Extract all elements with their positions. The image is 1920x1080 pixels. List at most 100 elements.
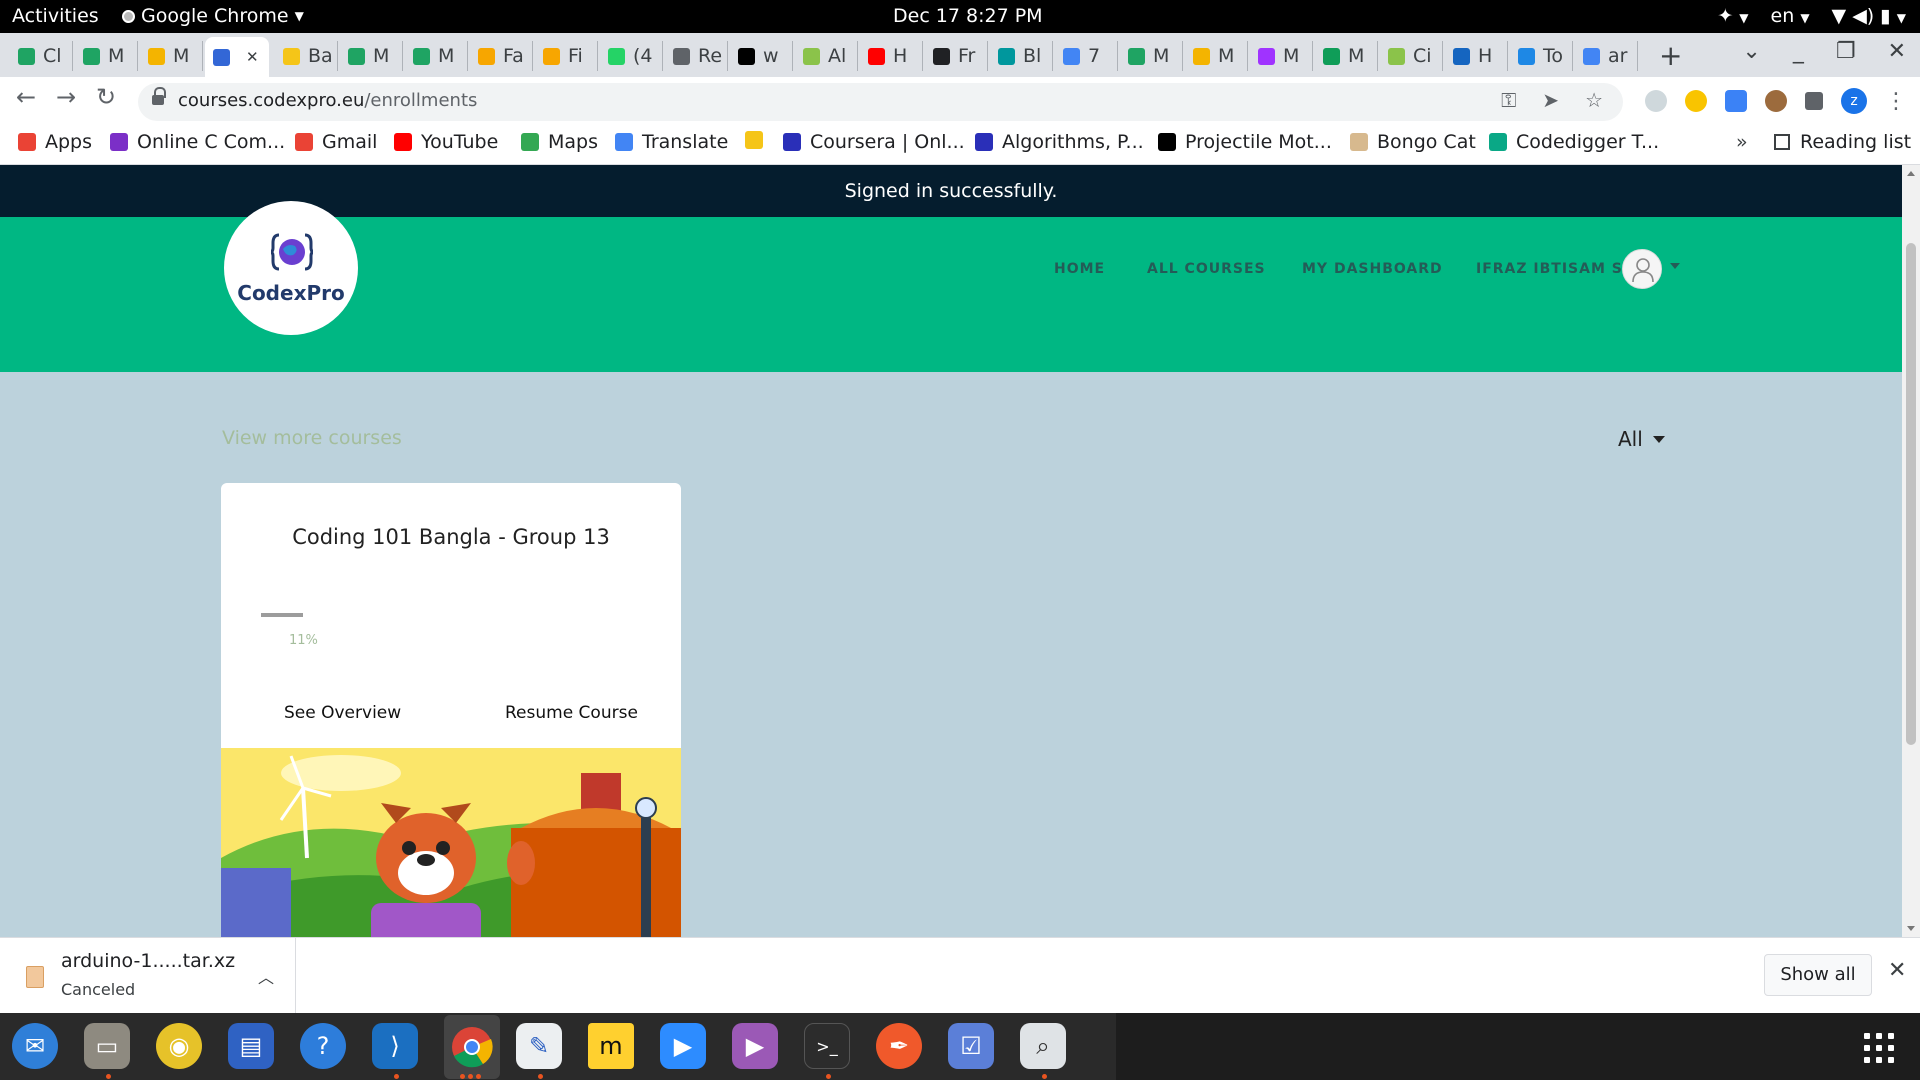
resume-course-link[interactable]: Resume Course	[505, 703, 638, 723]
browser-tab[interactable]: (4	[600, 41, 663, 71]
browser-tab[interactable]: Al	[795, 41, 858, 71]
cookie-icon[interactable]	[1765, 90, 1787, 112]
bookmark-item[interactable]: Bongo Cat	[1350, 131, 1476, 153]
network-volume-battery-icon[interactable]: ▼ ◀) ▮ ▼	[1832, 5, 1906, 27]
close-window-icon[interactable]: ✕	[1888, 39, 1906, 64]
video-player-icon[interactable]: ▶	[732, 1023, 778, 1069]
bookmark-item[interactable]: Algorithms, P...	[975, 131, 1144, 153]
url-text[interactable]: courses.codexpro.eu/enrollments	[178, 90, 477, 111]
download-item[interactable]: arduino-1.....tar.xz Canceled ︿	[0, 938, 296, 1014]
zoom-icon[interactable]: ▶	[660, 1023, 706, 1069]
course-card[interactable]: Coding 101 Bangla - Group 13 11% See Ove…	[221, 483, 681, 937]
thunderbird-icon[interactable]: ✉	[12, 1023, 58, 1069]
chevron-down-icon[interactable]	[1670, 263, 1680, 269]
text-editor-icon[interactable]: ✎	[516, 1023, 562, 1069]
nav-all-courses[interactable]: ALL COURSES	[1147, 261, 1266, 277]
address-bar[interactable]: courses.codexpro.eu/enrollments ⚿ ➤ ☆	[138, 83, 1623, 121]
browser-tab[interactable]: M	[1120, 41, 1183, 71]
bookmark-item[interactable]: Gmail	[295, 131, 377, 153]
miro-icon[interactable]: m	[588, 1023, 634, 1069]
browser-tab[interactable]: Re	[665, 41, 728, 71]
lock-icon[interactable]	[152, 87, 166, 106]
browser-tab[interactable]: w	[730, 41, 793, 71]
terminal-icon[interactable]: >_	[804, 1023, 850, 1069]
browser-tab[interactable]: Ba	[275, 41, 338, 71]
writer-icon[interactable]: ▤	[228, 1023, 274, 1069]
browser-tab[interactable]: 7	[1055, 41, 1118, 71]
tab-search-icon[interactable]: ⌄	[1742, 39, 1760, 64]
browser-tab[interactable]: M	[405, 41, 468, 71]
bookmark-item[interactable]: Coursera | Onl...	[783, 131, 965, 153]
nav-my-dashboard[interactable]: MY DASHBOARD	[1302, 261, 1443, 277]
browser-tab[interactable]: Bl	[990, 41, 1053, 71]
scroll-down-icon[interactable]	[1907, 926, 1915, 931]
clock[interactable]: Dec 17 8:27 PM	[893, 5, 1043, 27]
app-menu[interactable]: Google Chrome ▼	[122, 5, 304, 27]
show-all-button[interactable]: Show all	[1764, 954, 1872, 996]
browser-tab[interactable]: M	[75, 41, 138, 71]
scrollbar-thumb[interactable]	[1906, 243, 1916, 745]
browser-tab[interactable]: ar	[1575, 41, 1638, 71]
nav-home[interactable]: HOME	[1054, 261, 1105, 277]
browser-tab[interactable]: Fr	[925, 41, 988, 71]
restore-icon[interactable]: ❐	[1836, 39, 1856, 64]
tasks-icon[interactable]: ☑	[948, 1023, 994, 1069]
bookmark-item[interactable]: Online C Com...	[110, 131, 285, 153]
course-title[interactable]: Coding 101 Bangla - Group 13	[221, 525, 681, 549]
send-icon[interactable]: ➤	[1542, 88, 1559, 112]
browser-tab[interactable]: M	[340, 41, 403, 71]
show-apps-icon[interactable]	[1864, 1033, 1894, 1063]
language-indicator[interactable]: en ▼	[1771, 5, 1810, 27]
bookmark-item[interactable]: Apps	[18, 131, 92, 153]
new-tab-button[interactable]: +	[1659, 39, 1682, 72]
extension-icon[interactable]	[1645, 90, 1667, 112]
close-tab-icon[interactable]: ✕	[246, 48, 259, 66]
browser-tab[interactable]: M	[1185, 41, 1248, 71]
browser-tab[interactable]: H	[860, 41, 923, 71]
browser-tab[interactable]: M	[1250, 41, 1313, 71]
browser-tab[interactable]: M	[140, 41, 203, 71]
course-filter-dropdown[interactable]: All	[1618, 427, 1665, 451]
scroll-up-icon[interactable]	[1907, 171, 1915, 176]
browser-tab[interactable]: H	[1445, 41, 1508, 71]
profile-avatar[interactable]: z	[1841, 88, 1867, 114]
accessibility-icon[interactable]: ✦ ▼	[1717, 5, 1748, 27]
user-avatar[interactable]	[1622, 249, 1662, 289]
browser-tab[interactable]: Ci	[1380, 41, 1443, 71]
search-icon[interactable]: ⌕	[1020, 1023, 1066, 1069]
bookmarks-overflow-button[interactable]: »	[1736, 131, 1748, 153]
bookmark-item[interactable]: Codedigger T...	[1489, 131, 1659, 153]
chevron-up-icon[interactable]: ︿	[258, 964, 274, 988]
view-more-courses-link[interactable]: View more courses	[222, 427, 402, 449]
bookmark-item[interactable]: Maps	[521, 131, 598, 153]
browser-tab[interactable]: To	[1510, 41, 1573, 71]
bookmark-item[interactable]: Translate	[615, 131, 728, 153]
browser-tab[interactable]: Fi	[535, 41, 598, 71]
activities-button[interactable]: Activities	[12, 5, 99, 27]
puzzle-icon[interactable]	[1805, 92, 1823, 110]
browser-tab[interactable]: Cl	[10, 41, 73, 71]
browser-tab[interactable]: Fa	[470, 41, 533, 71]
bookmark-item[interactable]: Projectile Mot...	[1158, 131, 1332, 153]
bookmark-star-icon[interactable]: ☆	[1585, 88, 1603, 112]
browser-tab[interactable]: ✕	[205, 37, 269, 77]
reload-icon[interactable]: ↻	[96, 83, 116, 111]
extension-icon[interactable]	[1725, 90, 1747, 112]
extension-icon[interactable]	[1685, 90, 1707, 112]
nav-user-name[interactable]: IFRAZ IBTISAM S	[1476, 261, 1623, 277]
reading-list-button[interactable]: Reading list	[1774, 131, 1911, 153]
chrome-dock-icon[interactable]	[444, 1015, 500, 1079]
bookmark-item[interactable]	[745, 131, 772, 149]
help-icon[interactable]: ?	[300, 1023, 346, 1069]
rhythmbox-icon[interactable]: ◉	[156, 1023, 202, 1069]
system-tray[interactable]: ✦ ▼ en ▼ ▼ ◀) ▮ ▼	[1717, 5, 1906, 27]
menu-icon[interactable]: ⋮	[1885, 89, 1907, 114]
page-scrollbar[interactable]	[1902, 165, 1920, 937]
browser-tab[interactable]: M	[1315, 41, 1378, 71]
course-thumbnail[interactable]	[221, 748, 681, 937]
minimize-icon[interactable]: _	[1793, 39, 1804, 64]
bookmark-item[interactable]: YouTube	[394, 131, 498, 153]
vscode-icon[interactable]: ⟩	[372, 1023, 418, 1069]
window-controls[interactable]: ⌄ _ ❐ ✕	[1742, 39, 1906, 64]
site-logo[interactable]: CodexPro	[224, 201, 358, 335]
